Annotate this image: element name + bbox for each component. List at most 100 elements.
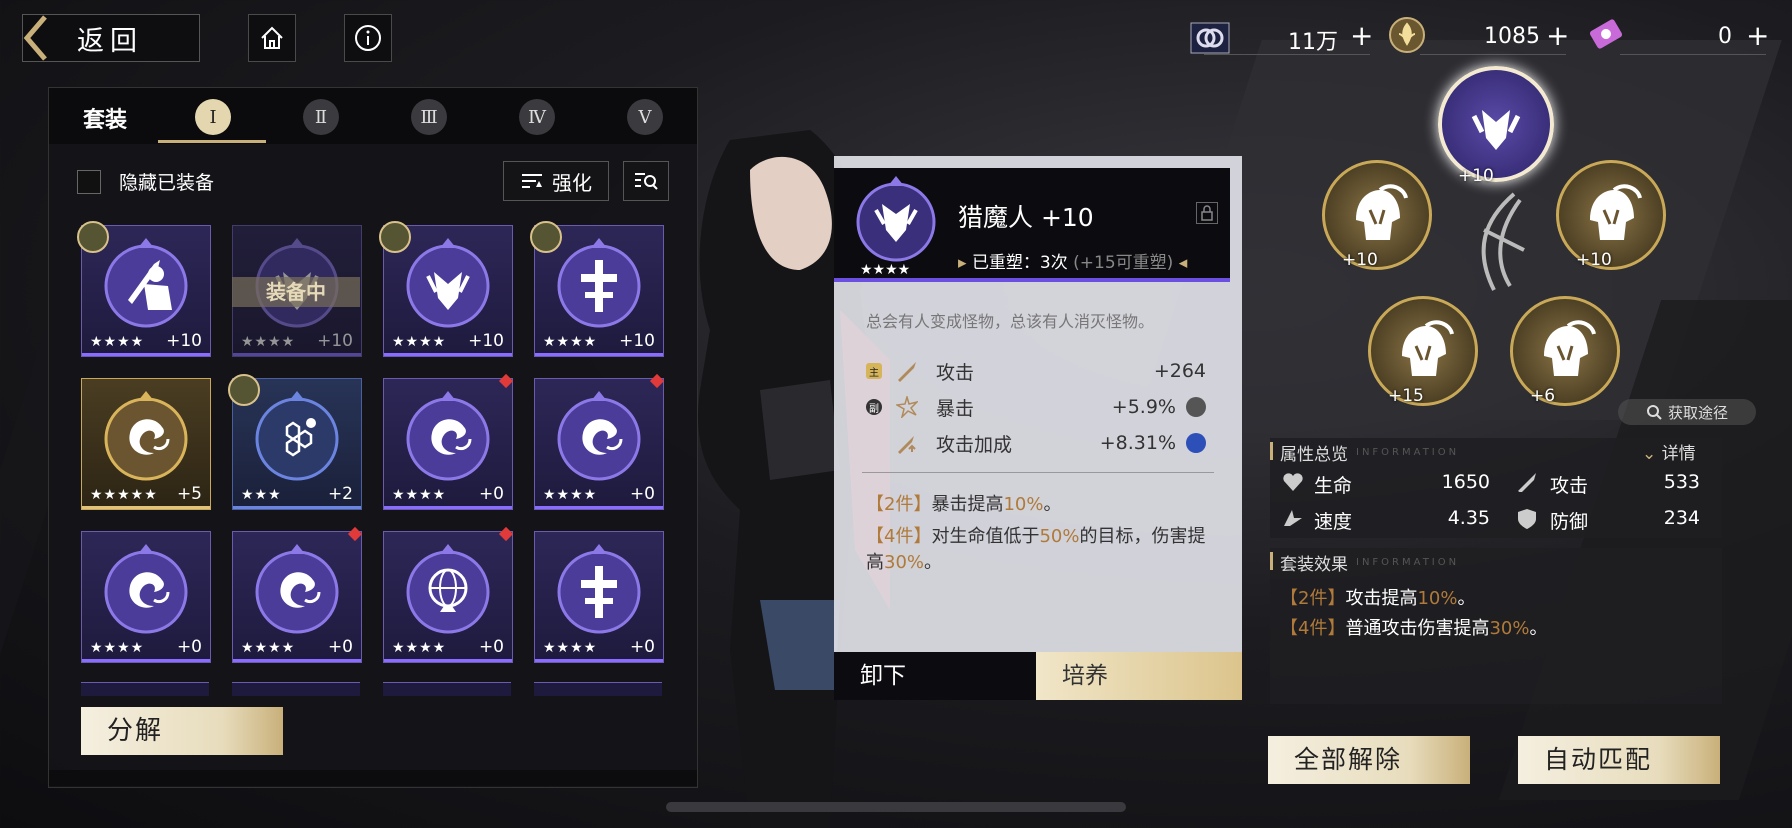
attr-speed-value: 4.35 [1447,507,1490,529]
swirl-gear-emblem-icon [98,540,194,636]
effect-end: 。 [1043,494,1062,515]
card-level: +5 [176,484,202,504]
effect-text: 普通攻击伤害提高 [1345,618,1490,639]
equipment-card[interactable]: ★★★★★ +5 [81,378,211,510]
reshape-info: ▸ 已重塑：3次 (+15可重塑) ◂ [958,253,1188,273]
tab-set-5[interactable]: Ⅴ [627,99,663,135]
fleur-coin-icon [1389,17,1425,53]
tab-set-1[interactable]: Ⅰ [195,99,231,135]
home-button[interactable] [248,14,296,62]
hide-equipped-checkbox[interactable] [77,169,101,194]
back-button[interactable]: 返回 [22,14,200,62]
home-icon [261,26,283,49]
reshape-extra: (+15可重塑) [1073,253,1174,273]
tab-set-3[interactable]: Ⅲ [411,99,447,135]
currency-crystal[interactable] [1190,18,1230,58]
character-avatar [530,221,562,253]
info-button[interactable] [344,14,392,62]
crystal-currency-icon [1190,22,1230,54]
demon-hunter-emblem-icon [400,234,496,330]
stat-row-attack: 主 攻击 +264 [866,356,1206,386]
hide-equipped-toggle[interactable]: 隐藏已装备 [77,168,214,195]
effect-text: 对生命值低于 [931,526,1040,547]
card-stars: ★★★★ [241,334,296,350]
helmet-icon [1402,320,1454,376]
home-indicator[interactable] [666,802,1126,812]
equipment-card[interactable]: ★★★★ +0 [534,531,664,663]
filter-button[interactable] [623,161,669,201]
details-toggle[interactable]: ⌄ 详情 [1642,439,1696,464]
currency-ticket-value: 0 [1718,24,1732,49]
equipment-card[interactable]: ★★★★ +0 [383,531,513,663]
add-coin-button[interactable]: + [1546,22,1569,50]
remove-all-label: 全部解除 [1294,745,1403,774]
swirl-gear-emblem-icon [249,540,345,636]
roll-indicator-icon [1186,433,1206,453]
crit-burst-icon [896,396,918,418]
card-stars: ★★★★★ [90,487,158,503]
card-level: +2 [327,484,353,504]
stat-name: 暴击 [936,397,975,420]
effect-text: 攻击提高 [1345,588,1418,609]
tab-set-4[interactable]: Ⅳ [519,99,555,135]
tab-set-2[interactable]: Ⅱ [303,99,339,135]
sword-icon [1518,473,1536,492]
card-level: +0 [629,637,655,657]
lock-icon[interactable] [1196,202,1218,224]
slot-level: +15 [1388,386,1424,406]
slot-level: +10 [1576,250,1612,270]
card-level: +0 [478,484,504,504]
equipment-card[interactable]: ★★★★ +0 [81,531,211,663]
attributes-subtitle: INFORMATION [1356,447,1460,458]
effect-prefix: 【4件】 [866,526,932,547]
equipment-card[interactable]: ★★★★ +0 [383,378,513,510]
rarity-bar [233,506,361,509]
equipped-tag: 装备中 [232,277,360,307]
helmet-icon [1544,320,1596,376]
search-icon [1646,405,1662,420]
heart-icon [1283,473,1303,491]
equipment-card[interactable]: ★★★★ +0 [534,378,664,510]
attributes-title: 属性总览 [1280,445,1348,465]
equipment-slot-top[interactable] [1438,66,1554,182]
card-stars: ★★★ [241,487,282,503]
card-stars: ★★★★ [392,334,447,350]
equipment-slot-bottom-right[interactable] [1510,296,1620,406]
swirl-gear-emblem-icon [400,387,496,483]
get-source-label: 获取途径 [1667,403,1728,422]
set-effect-line-2: 【4件】普通攻击伤害提高30%。 [1280,614,1547,640]
add-crystal-button[interactable]: + [1350,22,1373,50]
stat-name: 攻击加成 [936,433,1013,456]
get-source-button[interactable]: 获取途径 [1618,399,1756,425]
auto-match-button[interactable]: 自动匹配 [1518,736,1720,784]
reshape-count: 已重塑：3次 [971,253,1068,273]
rarity-bar [384,506,512,509]
unequip-button[interactable]: 卸下 [834,652,1036,700]
add-ticket-button[interactable]: + [1746,22,1769,50]
stat-tag-spacer [866,435,882,451]
card-stars: ★★★★ [543,334,598,350]
rarity-bar [82,506,210,509]
card-level: +0 [176,637,202,657]
decompose-button[interactable]: 分解 [81,707,283,755]
enhance-button[interactable]: 强化 [503,161,609,201]
equipment-card[interactable]: ★★★★ +0 [232,531,362,663]
train-button[interactable]: 培养 [1036,652,1242,700]
stat-row-attack-bonus: 攻击加成 +8.31% [866,428,1206,458]
effect-value: 10% [1003,494,1044,515]
remove-all-button[interactable]: 全部解除 [1268,736,1470,784]
set-effect-subtitle: INFORMATION [1356,557,1460,568]
swordsman-emblem-icon [98,234,194,330]
rarity-bar [233,353,361,356]
back-label: 返回 [77,25,143,57]
attr-def-name: 防御 [1550,511,1589,533]
attr-hp-value: 1650 [1441,471,1490,493]
demon-hunter-emblem-icon [1471,110,1521,150]
detail-stars: ★★★★ [860,262,911,278]
card-level: +0 [478,637,504,657]
attr-def-value: 234 [1663,507,1700,529]
effect-end: 。 [1529,618,1548,639]
card-stars: ★★★★ [543,640,598,656]
effect-prefix: 【2件】 [866,494,932,515]
decompose-label: 分解 [107,716,164,746]
